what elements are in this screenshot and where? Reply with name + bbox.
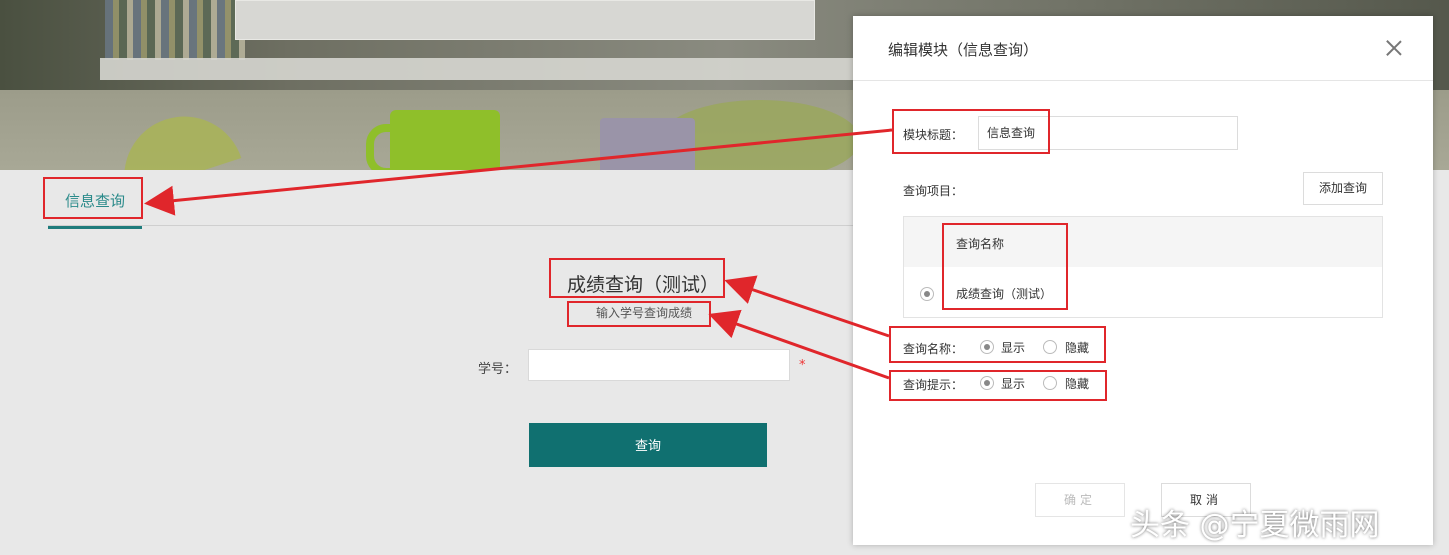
highlight-query-title [549,258,725,298]
student-id-input[interactable] [528,349,790,381]
banner-shelf [100,58,860,80]
query-button[interactable]: 查询 [529,423,767,467]
banner-books [105,0,245,60]
banner-frame [235,0,815,40]
close-icon[interactable] [1383,38,1405,60]
highlight-name-visibility [889,326,1106,363]
highlight-module-title [892,109,1050,154]
dialog-title: 编辑模块（信息查询） [888,41,1039,59]
dialog-divider [853,80,1433,81]
confirm-button[interactable]: 确定 [1035,483,1125,517]
watermark: 头条 @宁夏微雨网 [1130,508,1380,543]
highlight-query-name-column [942,223,1068,310]
banner-green-cup [366,110,500,170]
highlight-query-hint [567,301,711,327]
student-id-label: 学号： [478,362,518,377]
highlight-hint-visibility [889,370,1107,401]
query-items-label: 查询项目： [903,184,964,198]
tab-bar: 信息查询 [48,170,868,229]
row-radio[interactable] [920,287,934,301]
required-mark: * [799,358,806,373]
banner-plant [108,100,242,170]
banner-purple-cup [600,118,695,170]
edit-module-dialog: 编辑模块（信息查询） 模块标题： 信息查询 查询项目： 添加查询 查询名称 成绩… [853,16,1433,545]
highlight-tab [43,177,143,219]
add-query-button[interactable]: 添加查询 [1303,172,1383,205]
